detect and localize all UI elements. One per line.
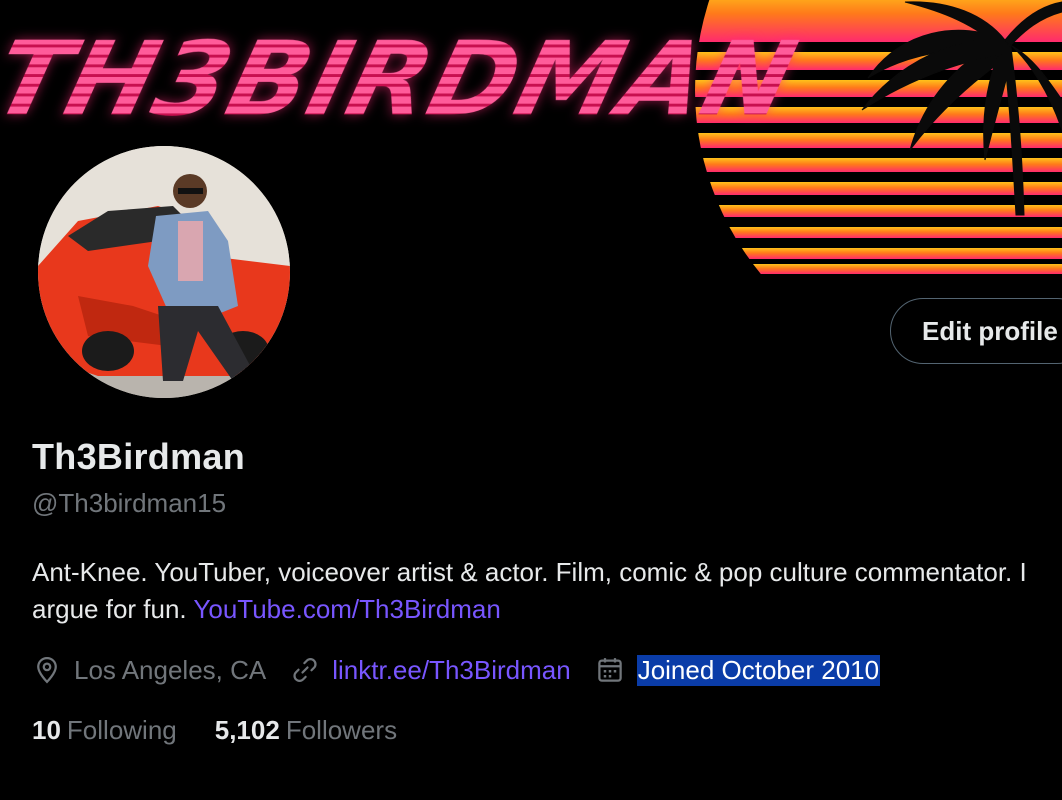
avatar-photo <box>38 146 290 398</box>
followers-count: 5,102 <box>214 714 280 745</box>
location-item: Los Angeles, CA <box>32 655 266 686</box>
display-name: Th3Birdman <box>32 436 246 477</box>
location-pin-icon <box>37 656 57 684</box>
bio-youtube-link[interactable]: YouTube.com/Th3Birdman <box>193 594 500 624</box>
profile-meta-row: Los Angeles, CA linktr.ee/Th3Birdman Joi… <box>32 650 904 690</box>
banner-logo-text: TH3BIRDMAN <box>0 19 808 139</box>
follow-stats: 10 Following 5,102 Followers <box>32 712 435 748</box>
following-link[interactable]: 10 Following <box>32 715 177 746</box>
bio-text: Ant-Knee. YouTuber, voiceover artist & a… <box>32 557 1027 624</box>
link-icon <box>293 658 317 682</box>
profile-bio: Ant-Knee. YouTuber, voiceover artist & a… <box>32 554 1042 628</box>
website-item: linktr.ee/Th3Birdman <box>290 655 571 686</box>
profile-avatar[interactable] <box>34 142 294 402</box>
joined-item: Joined October 2010 <box>595 654 881 686</box>
followers-label: Followers <box>285 714 398 745</box>
username-handle: @Th3birdman15 <box>32 488 227 518</box>
joined-date-text: Joined October 2010 <box>636 654 881 686</box>
edit-profile-button[interactable]: Edit profile <box>890 298 1062 364</box>
calendar-icon <box>597 658 622 682</box>
following-count: 10 <box>32 714 61 745</box>
website-link[interactable]: linktr.ee/Th3Birdman <box>332 655 570 686</box>
following-label: Following <box>66 714 177 745</box>
followers-link[interactable]: 5,102 Followers <box>215 715 397 746</box>
location-text: Los Angeles, CA <box>74 654 267 685</box>
